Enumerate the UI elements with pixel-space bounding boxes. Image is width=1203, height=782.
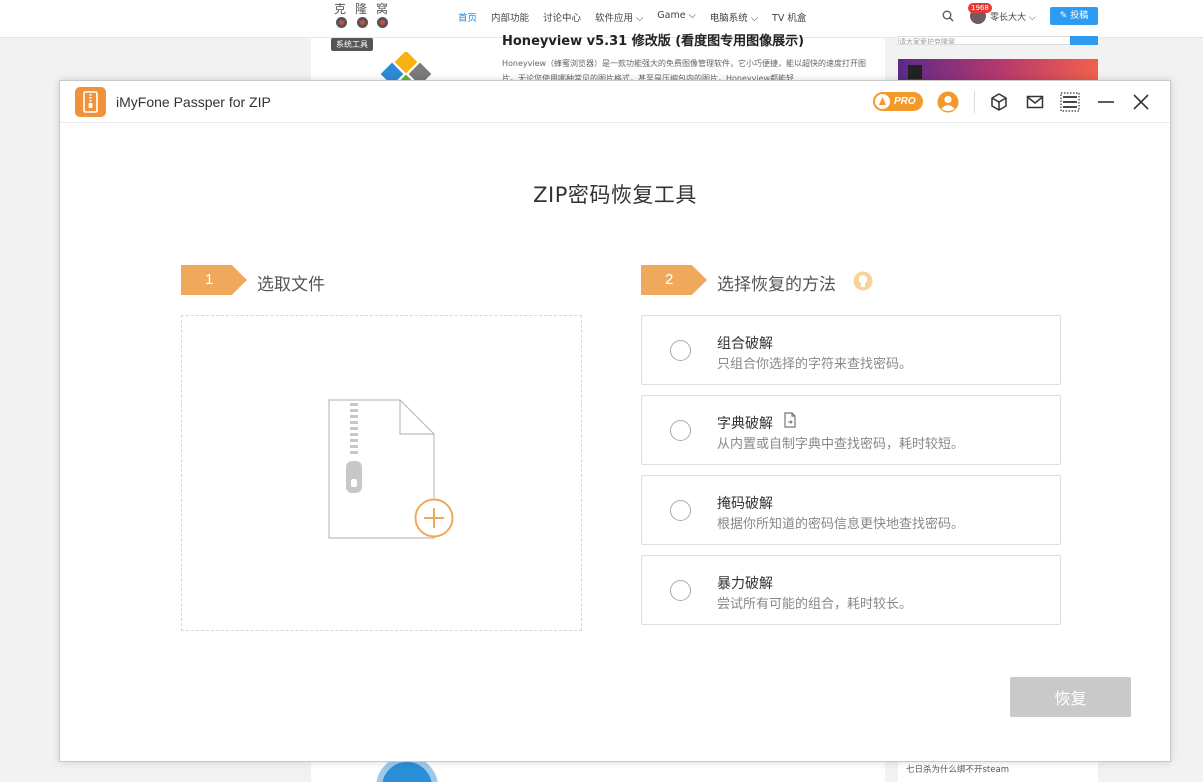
radio-mask[interactable] xyxy=(670,500,691,521)
method-name: 字典破解 xyxy=(717,416,773,432)
logo-dot xyxy=(336,17,347,28)
article-thumbnail[interactable] xyxy=(380,52,434,82)
pro-upgrade-button[interactable]: PRO xyxy=(873,92,923,111)
step-1-badge: 1 xyxy=(181,265,247,295)
method-name: 掩码破解 xyxy=(717,496,773,512)
search-icon[interactable] xyxy=(942,10,954,22)
method-name: 暴力破解 xyxy=(717,576,773,592)
site-menu-software[interactable]: 软件应用 ⌵ xyxy=(595,10,643,24)
pro-label: PRO xyxy=(894,96,916,107)
site-menu-game[interactable]: Game ⌵ xyxy=(657,10,696,24)
site-menu-system[interactable]: 电脑系统 ⌵ xyxy=(710,10,758,24)
minimize-icon[interactable] xyxy=(1096,92,1116,112)
radio-combination[interactable] xyxy=(670,340,691,361)
step-2-label: 选择恢复的方法 xyxy=(717,275,836,295)
site-menu: 首页 内部功能 讨论中心 软件应用 ⌵ Game ⌵ 电脑系统 ⌵ TV 机盒 xyxy=(458,10,806,24)
file-drop-zone[interactable] xyxy=(181,315,582,631)
method-mask-attack[interactable]: 掩码破解 根据你所知道的密码信息更快地查找密码。 xyxy=(641,475,1061,545)
pro-icon xyxy=(875,94,890,109)
banner-logo xyxy=(908,65,922,79)
method-desc: 只组合你选择的字符来查找密码。 xyxy=(717,357,913,372)
close-icon[interactable] xyxy=(1131,92,1151,112)
titlebar-divider xyxy=(974,91,975,113)
site-menu-tv[interactable]: TV 机盒 xyxy=(772,10,806,24)
sidebar-list-item[interactable]: 七日杀为什么绑不开steam xyxy=(906,763,1009,775)
radio-brute-force[interactable] xyxy=(670,580,691,601)
titlebar: iMyFone Passper for ZIP PRO xyxy=(60,81,1170,123)
user-name[interactable]: 零长大大 ⌵ xyxy=(990,10,1036,23)
site-menu-discuss[interactable]: 讨论中心 xyxy=(543,10,581,24)
recover-button[interactable]: 恢复 xyxy=(1010,677,1131,717)
method-desc: 尝试所有可能的组合，耗时较长。 xyxy=(717,597,913,612)
article-title[interactable]: Honeyview v5.31 修改版 (看度图专用图像展示) xyxy=(502,30,804,49)
site-logo-text: 克隆窝 xyxy=(334,2,398,16)
site-menu-home[interactable]: 首页 xyxy=(458,10,477,24)
site-logo[interactable]: 克隆窝 xyxy=(334,0,392,32)
step-2-badge: 2 xyxy=(641,265,707,295)
mail-icon[interactable] xyxy=(1025,92,1045,112)
menu-icon[interactable] xyxy=(1060,92,1080,112)
method-brute-force-attack[interactable]: 暴力破解 尝试所有可能的组合，耗时较长。 xyxy=(641,555,1061,625)
zip-app-icon xyxy=(75,87,106,117)
method-desc: 根据你所知道的密码信息更快地查找密码。 xyxy=(717,517,965,532)
sidebar-search-input[interactable]: 请大家爱护克隆窝 xyxy=(898,36,1098,45)
package-icon[interactable] xyxy=(989,92,1009,112)
method-dictionary-attack[interactable]: 字典破解 从内置或自制字典中查找密码，耗时较短。 xyxy=(641,395,1061,465)
logo-dot xyxy=(357,17,368,28)
site-menu-internal[interactable]: 内部功能 xyxy=(491,10,529,24)
zip-file-icon xyxy=(83,91,98,113)
method-desc: 从内置或自制字典中查找密码，耗时较短。 xyxy=(717,437,965,452)
notification-badge: 1968 xyxy=(968,3,992,13)
page-title: ZIP密码恢复工具 xyxy=(533,183,697,207)
method-name: 组合破解 xyxy=(717,336,773,352)
method-combination-attack[interactable]: 组合破解 只组合你选择的字符来查找密码。 xyxy=(641,315,1061,385)
post-button[interactable]: ✎ 投稿 xyxy=(1050,7,1098,25)
radio-dictionary[interactable] xyxy=(670,420,691,441)
logo-dot xyxy=(377,17,388,28)
category-tag[interactable]: 系统工具 xyxy=(331,38,373,51)
app-window: iMyFone Passper for ZIP PRO ZIP密码恢复工具 1 … xyxy=(59,80,1171,762)
sidebar-search-button[interactable] xyxy=(1070,36,1098,45)
sidebar-banner[interactable] xyxy=(898,59,1098,81)
lightbulb-icon[interactable] xyxy=(853,271,873,291)
app-title: iMyFone Passper for ZIP xyxy=(116,94,271,110)
step-1-label: 选取文件 xyxy=(257,275,325,295)
dictionary-file-icon[interactable] xyxy=(783,412,797,428)
account-icon[interactable] xyxy=(937,91,959,113)
add-zip-file-icon xyxy=(328,399,454,539)
